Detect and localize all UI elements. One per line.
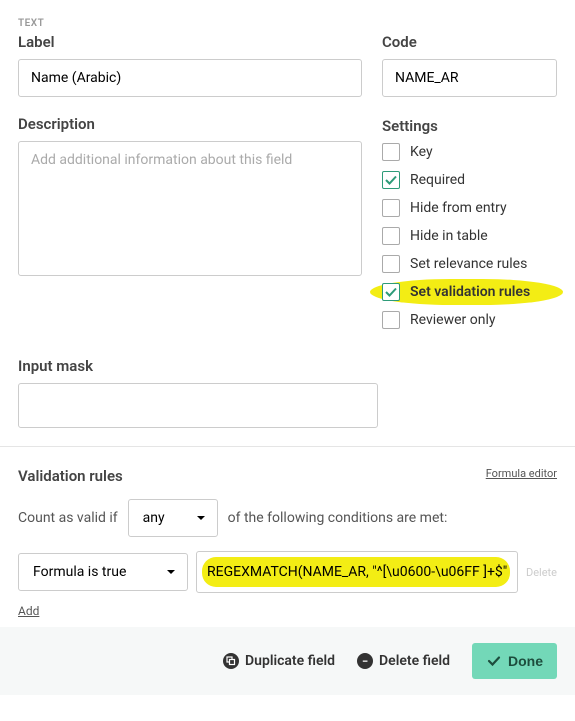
delete-label: Delete field — [379, 653, 450, 669]
checkbox-relevance[interactable] — [382, 255, 400, 273]
count-prefix: Count as valid if — [18, 510, 118, 526]
validation-heading: Validation rules — [18, 467, 557, 485]
checkbox-row-hide-entry[interactable]: Hide from entry — [382, 199, 557, 217]
checkbox-row-hide-table[interactable]: Hide in table — [382, 227, 557, 245]
input-mask-heading: Input mask — [18, 357, 557, 375]
input-mask-field[interactable] — [18, 383, 378, 428]
checkbox-hide-table[interactable] — [382, 227, 400, 245]
checkbox-row-validation[interactable]: Set validation rules — [382, 283, 557, 301]
add-rule-link[interactable]: Add — [18, 604, 39, 618]
description-input[interactable] — [18, 141, 362, 276]
checkbox-validation[interactable] — [382, 283, 400, 301]
label-heading: Label — [18, 33, 362, 51]
check-icon — [384, 173, 398, 187]
code-heading: Code — [382, 33, 557, 51]
formula-editor-link[interactable]: Formula editor — [486, 467, 557, 480]
checkbox-label: Key — [410, 144, 433, 160]
check-icon — [486, 653, 502, 669]
done-label: Done — [508, 653, 543, 669]
checkbox-reviewer[interactable] — [382, 311, 400, 329]
check-icon — [384, 285, 398, 299]
duplicate-icon — [223, 653, 239, 669]
label-input[interactable] — [18, 59, 362, 97]
checkbox-row-key[interactable]: Key — [382, 143, 557, 161]
checkbox-label: Set relevance rules — [410, 256, 527, 272]
minus-icon: − — [357, 653, 373, 669]
delete-rule-link: Delete — [526, 566, 557, 579]
checkbox-label: Hide in table — [410, 228, 488, 244]
checkbox-row-reviewer[interactable]: Reviewer only — [382, 311, 557, 329]
any-select[interactable]: any — [128, 499, 218, 537]
checkbox-label: Hide from entry — [410, 200, 507, 216]
checkbox-row-required[interactable]: Required — [382, 171, 557, 189]
rule-type-select[interactable]: Formula is true — [18, 553, 188, 591]
description-heading: Description — [18, 115, 362, 133]
formula-input[interactable] — [196, 551, 518, 593]
done-button[interactable]: Done — [472, 643, 557, 679]
field-type-label: TEXT — [18, 18, 557, 29]
checkbox-row-relevance[interactable]: Set relevance rules — [382, 255, 557, 273]
checkbox-label: Set validation rules — [410, 284, 530, 300]
checkbox-label: Reviewer only — [410, 312, 495, 328]
settings-heading: Settings — [382, 117, 557, 135]
code-input[interactable] — [382, 59, 557, 97]
duplicate-field-button[interactable]: Duplicate field — [223, 653, 335, 669]
checkbox-required[interactable] — [382, 171, 400, 189]
checkbox-label: Required — [410, 172, 465, 188]
count-suffix: of the following conditions are met: — [228, 510, 448, 526]
duplicate-label: Duplicate field — [245, 653, 335, 669]
checkbox-key[interactable] — [382, 143, 400, 161]
checkbox-hide-entry[interactable] — [382, 199, 400, 217]
delete-field-button[interactable]: − Delete field — [357, 653, 450, 669]
